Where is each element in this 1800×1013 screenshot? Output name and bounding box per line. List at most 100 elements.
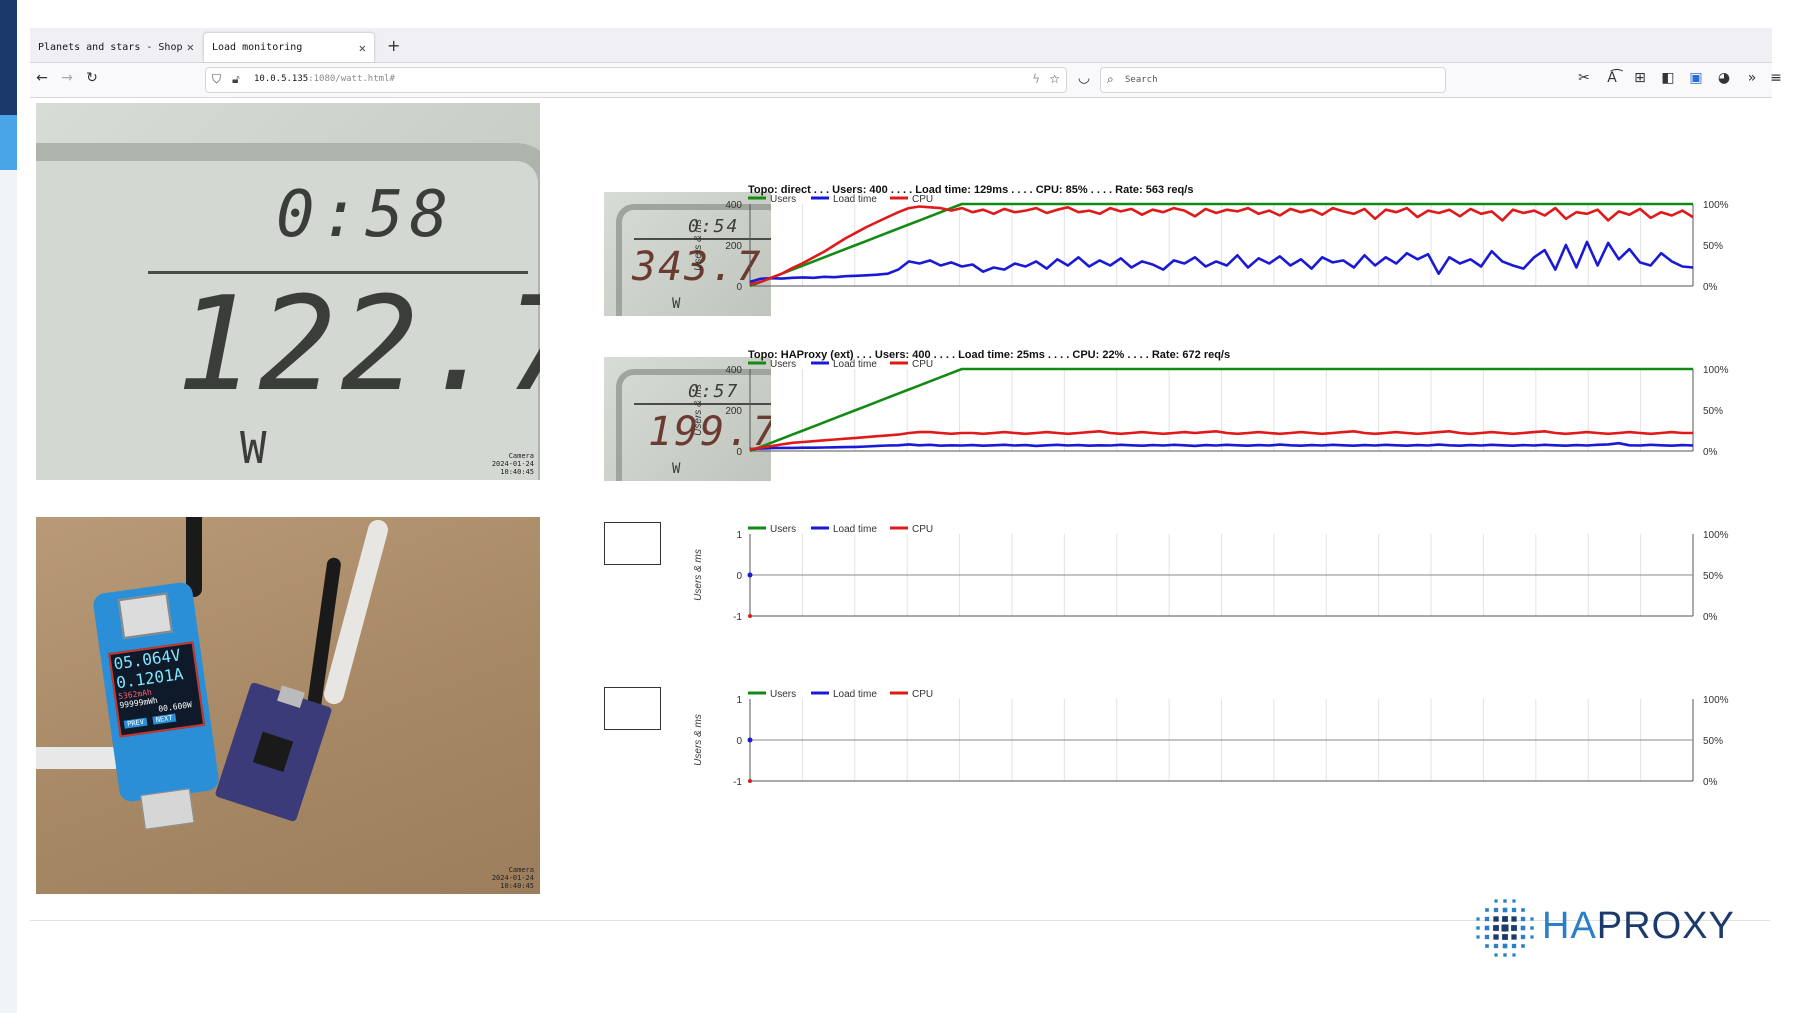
reader-icon[interactable]: ϟ [1032, 72, 1040, 86]
y-tick-label: 0 [736, 447, 742, 458]
url-host: 10.0.5.135 [254, 74, 309, 84]
extension-grid-icon[interactable]: ⊞ [1630, 70, 1650, 86]
y2-tick-label: 0% [1703, 447, 1718, 458]
y2-tick-label: 50% [1703, 241, 1723, 252]
legend-label: Load time [833, 194, 877, 205]
usb-meter-next: NEXT [152, 713, 177, 725]
url-bar[interactable]: ⛉ 🔓︎ 10.0.5.135:1080/watt.html# ϟ ☆ [205, 67, 1067, 93]
logo-mark-square [1521, 908, 1525, 912]
sidebar-icon[interactable]: ◧ [1658, 70, 1678, 86]
lcd-watts: 122.7 [176, 268, 540, 420]
y-tick-label: -1 [733, 612, 742, 623]
y-tick-label: 0 [736, 736, 742, 747]
y2-tick-label: 50% [1703, 571, 1723, 582]
close-icon[interactable]: ✕ [187, 40, 194, 54]
camera-placeholder-4 [604, 687, 661, 730]
logo-mark-square [1493, 925, 1499, 931]
reload-icon[interactable]: ↻ [82, 70, 102, 86]
insecure-lock-icon[interactable]: 🔓︎ [232, 72, 240, 87]
navigation-toolbar: ← → ↻ ⛉ 🔓︎ 10.0.5.135:1080/watt.html# ϟ … [30, 63, 1782, 98]
back-arrow-icon[interactable]: ← [32, 70, 52, 86]
logo-mark-square [1493, 916, 1499, 922]
y2-tick-label: 100% [1703, 200, 1729, 211]
accent-bar-dark [0, 0, 17, 115]
origin-point-cpu [748, 614, 752, 618]
tab-load-monitoring[interactable]: Load monitoring ✕ [203, 32, 375, 62]
tab-label: Planets and stars - Shop [38, 41, 183, 53]
chart-haproxy: Topo: HAProxy (ext) . . . Users: 400 . .… [693, 349, 1729, 458]
camera-placeholder-3 [604, 522, 661, 565]
usb-meter-prev: PREV [123, 717, 148, 729]
logo-mark-square [1502, 934, 1508, 940]
logo-mark-square [1485, 908, 1489, 912]
y-tick-label: -1 [733, 777, 742, 788]
logo-mark-square [1511, 907, 1517, 913]
chart-empty-3: Users Load time CPU -1 0 1 0% 50% 100% Users & ms… [693, 524, 1729, 623]
usb-meter-screen: 05.064V 0.1201A 5362mAh 99999mWh 00.600W… [108, 641, 206, 738]
logo-mark-square [1484, 934, 1490, 940]
usb-meter-camera: 05.064V 0.1201A 5362mAh 99999mWh 00.600W… [36, 517, 540, 894]
logo-mark-square [1530, 917, 1534, 921]
url-path: :1080/watt.html# [308, 74, 395, 84]
accent-bar-light [0, 115, 17, 170]
legend-label: CPU [912, 194, 933, 205]
legend-label: CPU [912, 359, 933, 370]
logo-mark-square [1503, 899, 1507, 903]
logo-mark-square [1530, 935, 1534, 939]
logo-mark-square [1493, 943, 1499, 949]
tab-label: Load monitoring [212, 42, 303, 53]
logo-mark-square [1520, 925, 1526, 931]
hamburger-menu-icon[interactable]: ≡ [1766, 70, 1786, 86]
haproxy-wordmark: HAPROXY [1542, 905, 1735, 948]
logo-mark-square [1485, 944, 1489, 948]
shield-icon[interactable]: ⛉ [212, 72, 221, 87]
search-placeholder: Search [1125, 75, 1158, 85]
y-tick-label: 0 [736, 571, 742, 582]
usb-power-meter: 05.064V 0.1201A 5362mAh 99999mWh 00.600W… [91, 581, 221, 830]
logo-mark-square [1493, 907, 1499, 913]
logo-mark-square [1502, 907, 1508, 913]
legend-label: Load time [833, 359, 877, 370]
logo-mark-square [1493, 934, 1499, 940]
account-icon[interactable]: ◕ [1714, 70, 1734, 86]
usb-port [117, 592, 173, 640]
tab-strip: Planets and stars - Shop ✕ Load monitori… [30, 28, 1772, 63]
overflow-chevron-icon[interactable]: » [1742, 70, 1762, 86]
logo-mark-square [1512, 899, 1516, 903]
new-tab-plus-icon[interactable]: + [387, 36, 400, 55]
y-axis-label: Users & ms [693, 549, 704, 601]
logo-mark-square [1511, 916, 1517, 922]
origin-point [747, 572, 753, 578]
logo-text-proxy: PROXY [1596, 905, 1735, 947]
chart-empty-4: Users Load time CPU -1 0 1 0% 50% 100% Users & ms… [693, 689, 1729, 788]
lcd-unit: W [240, 423, 273, 474]
tab-planets-shop[interactable]: Planets and stars - Shop ✕ [30, 32, 202, 62]
forward-arrow-icon[interactable]: → [57, 70, 77, 86]
logo-mark-square [1520, 916, 1526, 922]
wattmeter-camera-large: 0:58 122.7 W Camera 2024-01-24 10:40:45 [36, 103, 540, 480]
origin-point [747, 737, 753, 743]
y2-tick-label: 0% [1703, 612, 1718, 623]
addon-icon[interactable]: ▣ [1686, 70, 1706, 86]
logo-mark-square [1476, 917, 1480, 921]
browser-window: Planets and stars - Shop ✕ Load monitori… [30, 28, 1782, 98]
translate-icon[interactable]: A͡ [1602, 70, 1622, 86]
search-input[interactable]: ⌕ Search [1100, 67, 1446, 93]
logo-mark-square [1476, 935, 1480, 939]
close-icon[interactable]: ✕ [359, 41, 366, 55]
url-text[interactable]: 10.0.5.135:1080/watt.html# [254, 74, 395, 84]
y2-tick-label: 100% [1703, 530, 1729, 541]
logo-mark-square [1501, 924, 1509, 932]
logo-mark-square [1484, 916, 1490, 922]
origin-point-cpu [748, 779, 752, 783]
bookmark-star-icon[interactable]: ☆ [1049, 72, 1060, 86]
legend-label: Users [770, 359, 796, 370]
logo-mark-square [1502, 916, 1508, 922]
slide-left-accent-bar [0, 0, 17, 1013]
y-axis-label: Users & ms [693, 219, 704, 271]
logo-mark-square [1484, 925, 1490, 931]
legend-label: CPU [912, 524, 933, 535]
logo-mark-square [1520, 934, 1526, 940]
pocket-icon[interactable]: ◡ [1074, 70, 1094, 86]
screenshot-icon[interactable]: ✂ [1574, 70, 1594, 86]
